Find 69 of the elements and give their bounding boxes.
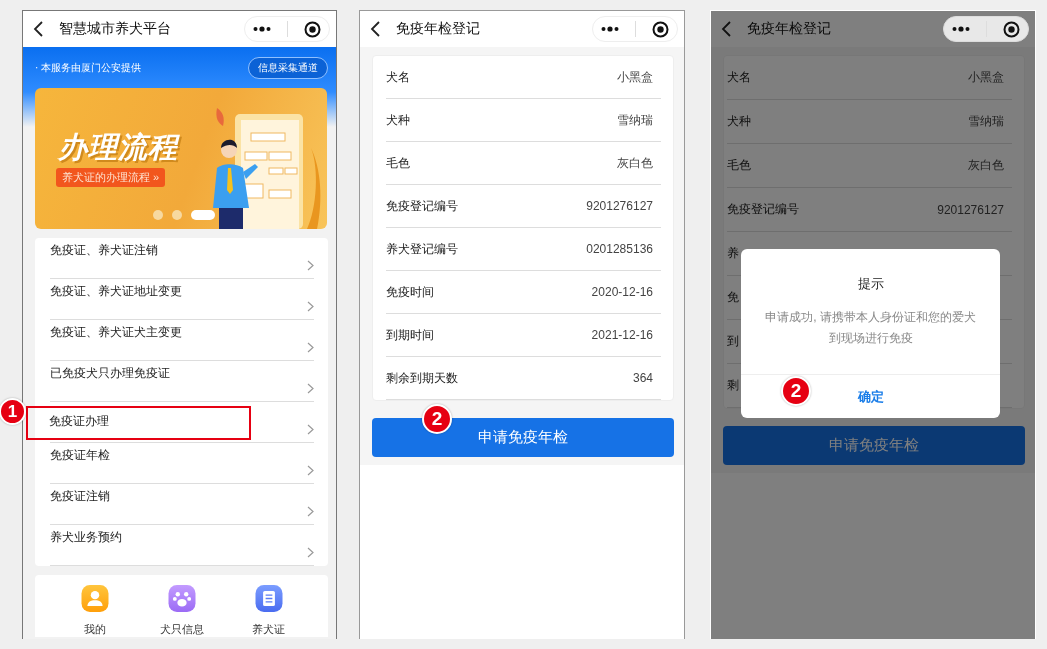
chevron-right-icon [307,546,314,558]
tab-label: 我的 [83,622,106,637]
field-label: 犬种 [386,111,410,129]
field-value: 0201285136 [586,242,653,256]
circle-dot-icon[interactable] [304,20,321,38]
menu-item[interactable]: 免疫证注销 [50,484,307,524]
field-value: 雪纳瑞 [968,113,1004,130]
chevron-right-icon [307,382,314,394]
field-value: 9201276127 [586,199,653,213]
field-label: 犬名 [727,69,751,86]
field-value: 小黑盒 [968,69,1004,86]
chevron-right-icon [307,341,314,353]
dialog-title: 提示 [856,275,885,293]
step-number-badge: 1 [0,398,26,425]
menu-item[interactable]: 免疫证、养犬证注销 [50,238,307,278]
menu-item[interactable]: 养犬业务预约 [50,525,307,565]
menu-item[interactable]: 免疫证办理 [28,408,249,438]
field-value: 灰白色 [617,154,653,172]
field-label: 犬种 [727,113,751,130]
menu-item[interactable]: 免疫证年检 [50,443,307,483]
field-label: 毛色 [727,157,751,174]
more-icon[interactable] [253,26,271,32]
menu-item[interactable]: 免疫证、养犬证犬主变更 [50,320,307,360]
field-value: 364 [632,371,653,385]
tab-label: 犬只信息 [159,622,204,637]
field-value: 9201276127 [937,202,1004,217]
field-value: 2021-12-16 [591,328,653,342]
field-value: 2020-12-16 [591,285,653,299]
field-label: 剩 [727,377,739,394]
notice-text: · 本服务由厦门公安提供 [35,61,142,75]
more-icon[interactable] [601,26,619,32]
chevron-right-icon [307,423,314,435]
field-label: 毛色 [386,154,410,172]
field-label: 免 [727,289,739,306]
circle-dot-icon[interactable] [1003,20,1020,38]
field-value: 雪纳瑞 [617,111,653,129]
chevron-right-icon [307,505,314,517]
menu-item[interactable]: 免疫证、养犬证地址变更 [50,279,307,319]
back-icon[interactable] [33,21,45,37]
back-icon[interactable] [370,21,382,37]
carousel-dot[interactable] [153,210,163,220]
carousel-dot[interactable] [172,210,182,220]
field-label: 免疫登记编号 [386,197,458,215]
dialog-message: 申请成功, 请携带本人身份证和您的爱犬到现场进行免疫 [764,309,977,347]
field-label: 养 [727,245,739,262]
step-number-badge: 2 [422,404,452,434]
field-label: 养犬登记编号 [386,240,458,258]
circle-dot-icon[interactable] [652,20,669,38]
field-label: 剩余到期天数 [386,369,458,387]
tab-label: 养犬证 [252,622,285,637]
field-label: 免疫登记编号 [727,201,799,218]
chevron-right-icon [307,259,314,271]
more-icon[interactable] [952,26,970,32]
step-number-badge: 2 [781,376,811,406]
page-title: 免疫年检登记 [747,20,832,38]
field-value: 小黑盒 [617,68,653,86]
banner-headline: 办理流程 [58,130,178,165]
chevron-right-icon [307,300,314,312]
info-collection-button[interactable]: 信息采集通道 [248,57,328,79]
field-label: 到 [727,333,739,350]
page-title: 免疫年检登记 [396,20,481,38]
field-label: 到期时间 [386,326,434,344]
field-label: 免疫时间 [386,283,434,301]
menu-item[interactable]: 已免疫犬只办理免疫证 [50,361,307,401]
field-value: 灰白色 [968,157,1004,174]
chevron-right-icon [307,464,314,476]
confirm-button[interactable]: 确定 [851,383,890,410]
field-label: 犬名 [386,68,410,86]
page-title: 智慧城市养犬平台 [59,20,172,38]
